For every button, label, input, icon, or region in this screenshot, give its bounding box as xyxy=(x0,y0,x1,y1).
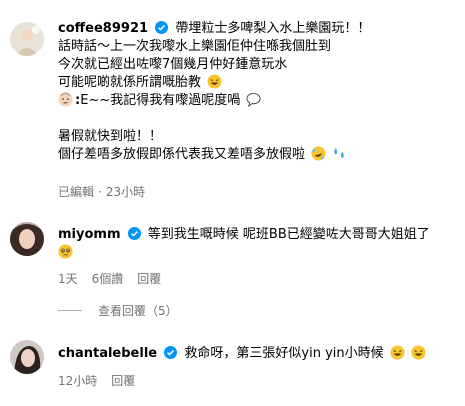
sweat-drops-emoji-icon xyxy=(334,147,345,159)
avatar-miyomm[interactable] xyxy=(10,222,44,256)
timestamp[interactable]: 23小時 xyxy=(106,185,145,199)
meta-separator: · xyxy=(98,185,102,199)
comment-text-line: 今次就已經出咗嚟7個幾月仲好鍾意玩水 xyxy=(58,57,288,72)
comment-text-line: 可能呢啲就係所謂嘅胎教 xyxy=(58,75,202,90)
baby-emoji-icon xyxy=(58,92,73,107)
comment-text-line: 個仔差唔多放假即係代表我又差唔多放假啦 xyxy=(58,147,306,162)
view-replies-button[interactable]: 查看回覆（5） xyxy=(58,302,178,319)
timestamp[interactable]: 1天 xyxy=(58,272,78,286)
comment-text-line: 暑假就快到啦！！ xyxy=(58,129,163,144)
comment-text-line: 救命呀，第三張好似yin yin小時候 xyxy=(184,346,384,361)
username[interactable]: miyomm xyxy=(58,227,121,242)
comment-meta: 1天 6個讚 回覆 xyxy=(58,270,175,287)
avatar-coffee89921[interactable] xyxy=(10,22,44,56)
username[interactable]: chantalebelle xyxy=(58,346,157,361)
edited-label: 已編輯 xyxy=(58,185,95,199)
view-replies-label: 查看回覆（5） xyxy=(98,304,178,318)
timestamp[interactable]: 12小時 xyxy=(58,374,97,388)
comment-meta: 12小時 回覆 xyxy=(58,372,149,389)
reply-button[interactable]: 回覆 xyxy=(111,374,135,388)
comment-text-line: E~~我記得我有嚟過呢度喎 xyxy=(80,93,241,108)
likes-count[interactable]: 6個讚 xyxy=(92,272,124,286)
rolling-laughing-emoji-icon xyxy=(311,146,326,161)
username[interactable]: coffee89921 xyxy=(58,21,148,36)
comment-text-line: 話時話～上一次我嚟水上樂園佢仲住喺我個肚到 xyxy=(58,39,332,54)
laughing-emoji-icon xyxy=(207,74,222,89)
verified-badge-icon xyxy=(164,346,178,359)
comment-text-line: 帶埋粒士多啤梨入水上樂園玩！！ xyxy=(175,21,371,36)
comment-meta: 已編輯 · 23小時 xyxy=(58,183,159,200)
comment-text-line: 等到我生嘅時候 呢班BB已經變咗大哥哥大姐姐了 xyxy=(147,227,430,242)
laughing-emoji-icon xyxy=(411,345,426,360)
reply-button[interactable]: 回覆 xyxy=(137,272,161,286)
verified-badge-icon xyxy=(155,21,169,34)
replies-divider xyxy=(58,310,82,311)
laughing-emoji-icon xyxy=(390,345,405,360)
avatar-chantalebelle[interactable] xyxy=(10,340,44,374)
speech-bubble-icon xyxy=(246,92,261,107)
verified-badge-icon xyxy=(127,227,141,240)
pleading-emoji-icon xyxy=(58,244,73,259)
comment-text-line xyxy=(58,110,459,128)
